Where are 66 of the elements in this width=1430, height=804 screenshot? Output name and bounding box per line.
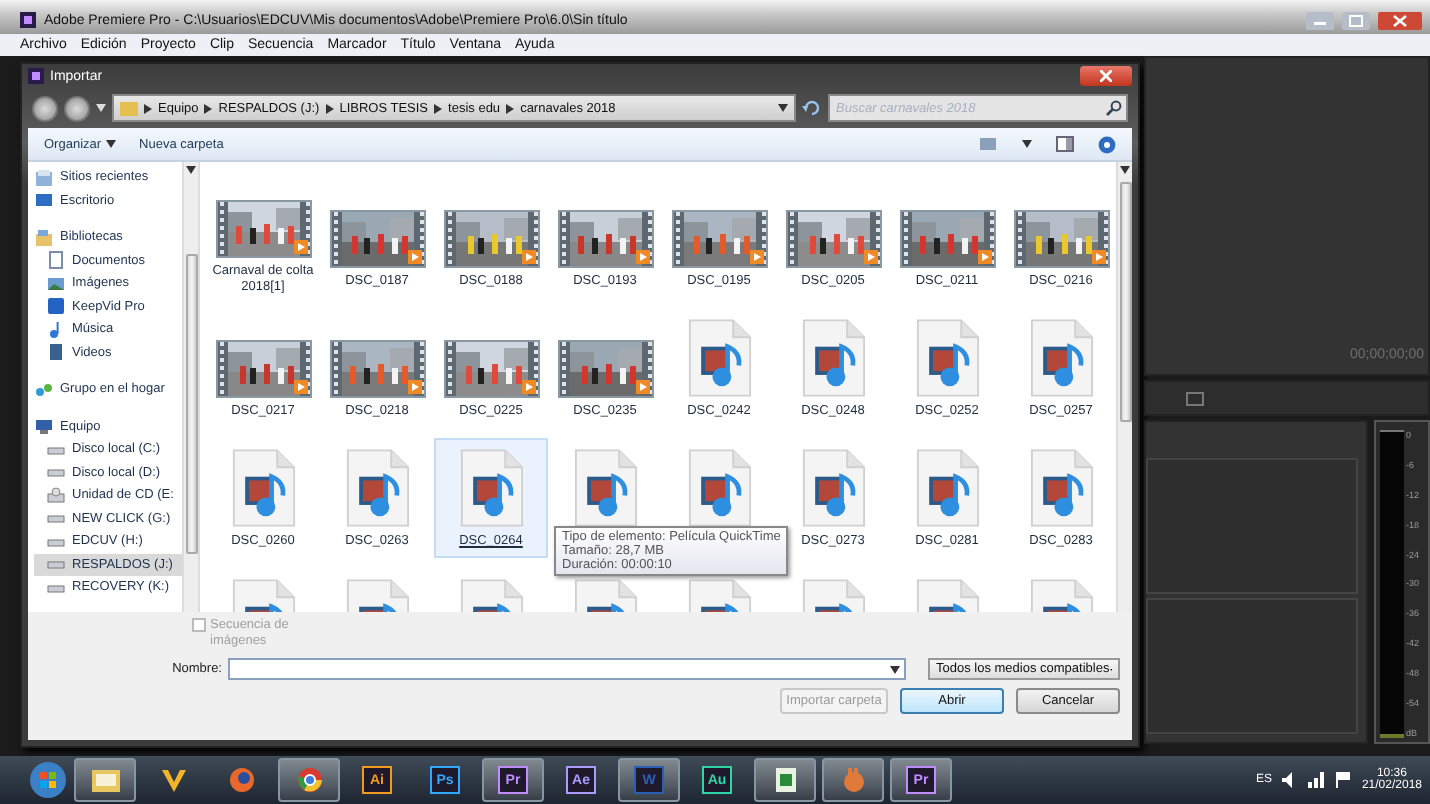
caret-icon bbox=[105, 140, 116, 148]
close-icon bbox=[1378, 11, 1422, 29]
taskbar-app[interactable] bbox=[74, 758, 136, 802]
media-file-icon bbox=[1029, 318, 1093, 398]
caret-icon bbox=[186, 166, 196, 174]
chevron-icon bbox=[434, 103, 443, 113]
network-icon bbox=[1307, 772, 1326, 788]
image-icon bbox=[46, 273, 66, 294]
document-icon bbox=[46, 250, 66, 271]
taskbar-app[interactable] bbox=[278, 758, 340, 802]
chevron-icon bbox=[144, 103, 152, 113]
media-file-icon bbox=[915, 448, 979, 528]
scrollbar[interactable] bbox=[182, 162, 198, 612]
minimize-icon bbox=[1306, 11, 1334, 29]
app-logo-icon bbox=[20, 12, 36, 28]
media-file-icon bbox=[573, 448, 637, 528]
dropdown-caret-icon bbox=[890, 665, 900, 673]
v-logo-icon bbox=[159, 766, 187, 794]
scrollbar[interactable] bbox=[1116, 162, 1132, 612]
media-file-icon bbox=[687, 448, 751, 528]
homegroup-icon bbox=[34, 379, 54, 400]
caret-icon bbox=[96, 104, 106, 112]
chevron-icon bbox=[325, 103, 334, 113]
media-file-icon bbox=[1029, 448, 1093, 528]
forward-button[interactable] bbox=[64, 95, 90, 121]
start-button-icon bbox=[28, 760, 68, 800]
hand-icon bbox=[839, 766, 867, 794]
monitor-icon bbox=[1186, 391, 1204, 405]
volume-icon bbox=[1281, 772, 1298, 788]
chevron-icon bbox=[506, 103, 515, 113]
app-logo-icon bbox=[28, 68, 44, 84]
caret-icon bbox=[1120, 166, 1130, 174]
caret-icon bbox=[778, 104, 788, 112]
folder-icon bbox=[120, 99, 138, 117]
close-button[interactable] bbox=[1080, 66, 1132, 86]
flag-icon bbox=[1335, 772, 1352, 788]
spreadsheet-icon bbox=[771, 766, 799, 794]
media-file-icon bbox=[801, 318, 865, 398]
firefox-icon bbox=[227, 766, 255, 794]
film-icon bbox=[46, 342, 66, 363]
close-icon bbox=[1100, 70, 1112, 82]
recent-places-icon bbox=[34, 167, 54, 188]
desktop-icon bbox=[34, 190, 54, 211]
help-icon bbox=[1098, 135, 1116, 153]
chevron-icon bbox=[204, 103, 213, 113]
media-file-icon bbox=[345, 448, 409, 528]
caret-icon bbox=[1022, 140, 1032, 148]
library-icon bbox=[34, 227, 54, 248]
taskbar-app[interactable] bbox=[754, 758, 816, 802]
chrome-icon bbox=[295, 766, 323, 794]
media-file-icon bbox=[687, 318, 751, 398]
back-button[interactable] bbox=[32, 95, 58, 121]
refresh-icon bbox=[802, 98, 822, 118]
computer-icon bbox=[34, 416, 54, 437]
maximize-icon bbox=[1342, 11, 1370, 29]
media-file-icon bbox=[459, 448, 523, 528]
media-file-icon bbox=[801, 448, 865, 528]
name-field[interactable] bbox=[228, 658, 906, 680]
folder-icon bbox=[89, 766, 121, 794]
app-icon bbox=[46, 296, 66, 317]
search-icon bbox=[1106, 100, 1122, 116]
preview-pane-icon bbox=[1056, 136, 1074, 152]
media-file-icon bbox=[915, 318, 979, 398]
view-icon bbox=[978, 136, 998, 152]
cd-drive-icon bbox=[46, 485, 66, 506]
media-file-icon bbox=[231, 448, 295, 528]
